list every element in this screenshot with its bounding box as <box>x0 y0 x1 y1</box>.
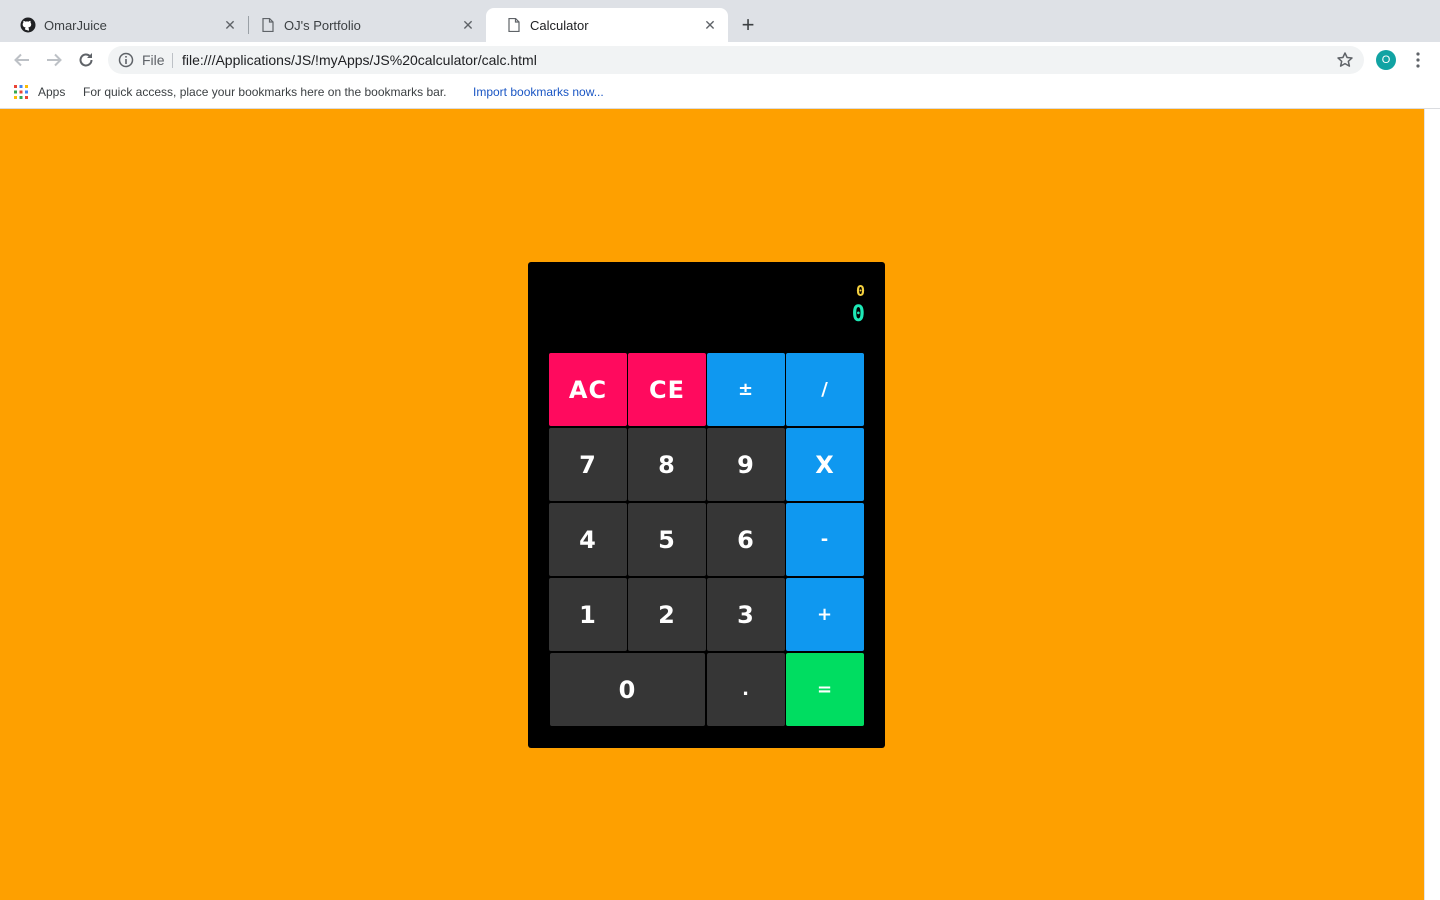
key-label: = <box>816 679 834 700</box>
import-bookmarks-link[interactable]: Import bookmarks now... <box>473 85 604 99</box>
divide-button[interactable]: / <box>786 353 864 426</box>
digit-3-button[interactable]: 3 <box>707 578 785 651</box>
digit-0-button[interactable]: 0 <box>550 653 705 726</box>
url-text[interactable]: file:///Applications/JS/!myApps/JS%20cal… <box>182 52 537 68</box>
key-label: 2 <box>658 600 676 629</box>
tab-omarjuice[interactable]: OmarJuice ✕ <box>0 8 248 42</box>
page-icon <box>506 17 522 33</box>
digit-1-button[interactable]: 1 <box>549 578 627 651</box>
key-label: 5 <box>658 525 676 554</box>
digit-9-button[interactable]: 9 <box>707 428 785 501</box>
key-label: + <box>816 604 834 625</box>
reload-icon[interactable] <box>74 48 98 72</box>
key-label: 3 <box>737 600 755 629</box>
close-tab-icon[interactable]: ✕ <box>460 17 476 33</box>
plus-button[interactable]: + <box>786 578 864 651</box>
equals-button[interactable]: = <box>786 653 864 726</box>
key-label: 8 <box>658 450 676 479</box>
key-label: 0 <box>618 675 637 704</box>
key-label: 9 <box>737 450 755 479</box>
menu-kebab-icon[interactable] <box>1410 50 1426 70</box>
bookmarks-bar: Apps For quick access, place your bookma… <box>0 78 1440 109</box>
key-label: 7 <box>579 450 597 479</box>
apps-label[interactable]: Apps <box>38 85 65 99</box>
address-bar[interactable]: File file:///Applications/JS/!myApps/JS%… <box>108 46 1364 74</box>
plus-minus-button[interactable]: ± <box>707 353 785 426</box>
key-label: 6 <box>737 525 755 554</box>
all-clear-button[interactable]: AC <box>549 353 627 426</box>
info-icon[interactable] <box>118 52 134 68</box>
page-icon <box>260 17 276 33</box>
forward-arrow-icon[interactable] <box>42 48 66 72</box>
expression-readout: 0 <box>855 282 865 300</box>
calculator-display: 0 0 <box>528 262 885 352</box>
tab-oj-portfolio[interactable]: OJ's Portfolio ✕ <box>240 8 486 42</box>
key-label: 1 <box>579 600 597 629</box>
browser-toolbar: File file:///Applications/JS/!myApps/JS%… <box>0 42 1440 78</box>
minus-button[interactable]: - <box>786 503 864 576</box>
page-scrollbar[interactable] <box>1424 109 1440 900</box>
digit-2-button[interactable]: 2 <box>628 578 706 651</box>
key-label: . <box>742 679 750 700</box>
apps-grid-icon[interactable] <box>14 85 28 99</box>
close-tab-icon[interactable]: ✕ <box>702 17 718 33</box>
calculator: 0 0 AC CE ± / 7 8 9 X 4 5 6 - 1 2 3 + 0 … <box>528 262 885 748</box>
tab-title: Calculator <box>530 17 589 33</box>
clear-entry-button[interactable]: CE <box>628 353 706 426</box>
omnibox-divider <box>172 53 173 68</box>
key-label: AC <box>568 375 608 404</box>
key-label: - <box>820 529 830 550</box>
result-readout: 0 <box>851 302 865 327</box>
close-tab-icon[interactable]: ✕ <box>222 17 238 33</box>
decimal-button[interactable]: . <box>707 653 785 726</box>
new-tab-icon[interactable]: + <box>737 14 759 36</box>
profile-avatar[interactable]: O <box>1376 50 1396 70</box>
tab-calculator[interactable]: Calculator ✕ <box>486 8 728 42</box>
key-label: ± <box>737 379 755 400</box>
github-icon <box>20 17 36 33</box>
digit-4-button[interactable]: 4 <box>549 503 627 576</box>
key-label: CE <box>648 375 685 404</box>
digit-5-button[interactable]: 5 <box>628 503 706 576</box>
key-label: 4 <box>579 525 597 554</box>
tab-title: OJ's Portfolio <box>284 17 361 33</box>
digit-7-button[interactable]: 7 <box>549 428 627 501</box>
bookmark-star-icon[interactable] <box>1336 51 1354 69</box>
digit-8-button[interactable]: 8 <box>628 428 706 501</box>
back-arrow-icon[interactable] <box>10 48 34 72</box>
key-label: X <box>815 450 835 479</box>
tab-title: OmarJuice <box>44 17 107 33</box>
tab-strip: OmarJuice ✕ OJ's Portfolio ✕ Calculator … <box>0 0 1440 42</box>
bookmarks-hint: For quick access, place your bookmarks h… <box>83 85 447 99</box>
key-label: / <box>821 379 829 400</box>
digit-6-button[interactable]: 6 <box>707 503 785 576</box>
multiply-button[interactable]: X <box>786 428 864 501</box>
scheme-label: File <box>142 52 165 68</box>
